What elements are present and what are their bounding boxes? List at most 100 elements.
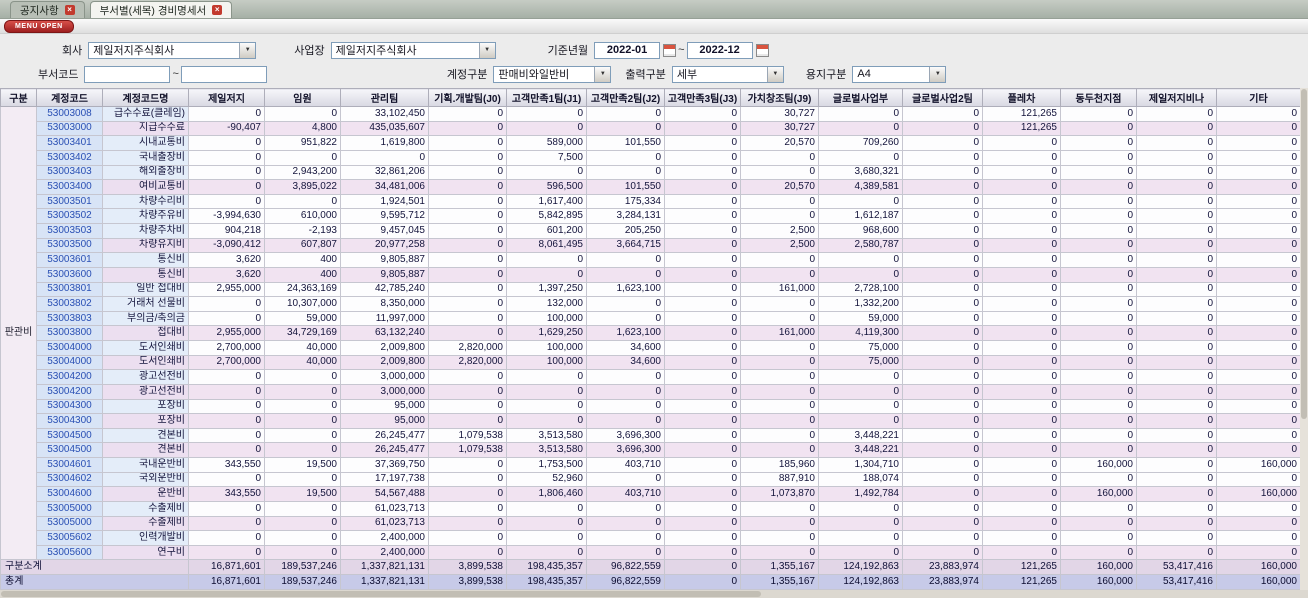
account-code-cell[interactable]: 53004500	[36, 427, 103, 444]
table-row[interactable]: 53003500 차량유지비 -3,090,412 607,807 20,977,258…	[1, 237, 1301, 254]
chevron-down-icon[interactable]: ▼	[929, 66, 946, 82]
account-type-select[interactable]: 판매비와일반비 ▼	[493, 65, 612, 83]
horizontal-scrollbar[interactable]	[0, 590, 1308, 598]
table-row[interactable]: 53004500 견본비 0 0 26,245,477 1,079,538 3,513,58…	[1, 442, 1301, 458]
output-type-select[interactable]: 세부 ▼	[671, 65, 784, 83]
account-code-cell[interactable]: 53004601	[36, 457, 103, 473]
table-row[interactable]: 53004300 포장비 0 0 95,000 0 0 0 0 0 0 0 0 0 0 0	[1, 398, 1301, 415]
account-code-cell[interactable]: 53003502	[36, 208, 103, 224]
dept-from-input[interactable]	[84, 65, 171, 83]
table-row[interactable]: 53005600 연구비 0 0 2,400,000 0 0 0 0 0 0 0 0 0 0 0	[1, 544, 1301, 561]
account-code-cell[interactable]: 53003800	[36, 325, 103, 341]
account-code-cell[interactable]: 53003503	[36, 223, 103, 239]
column-header[interactable]: 가치창조팀(J9)	[740, 88, 819, 107]
table-row[interactable]: 53005602 인력개발비 0 0 2,400,000 0 0 0 0 0 0 0 0 0 0 0	[1, 530, 1301, 546]
table-row[interactable]: 53003503 차량주차비 904,218 -2,193 9,457,045 0 601,…	[1, 223, 1301, 239]
account-code-cell[interactable]: 53003401	[36, 135, 103, 151]
vertical-scrollbar[interactable]	[1300, 88, 1308, 590]
account-code-cell[interactable]: 53004300	[36, 398, 103, 415]
account-code-cell[interactable]: 53004200	[36, 369, 103, 385]
table-row[interactable]: 53004200 광고선전비 0 0 3,000,000 0 0 0 0 0 0 0 0 0 0 0	[1, 383, 1301, 400]
period-to-input[interactable]: 2022-12	[686, 41, 753, 59]
menu-open-button[interactable]: MENU OPEN	[4, 20, 74, 33]
account-code-cell[interactable]: 53003500	[36, 237, 103, 254]
table-row[interactable]: 53003403 해외출장비 0 2,943,200 32,861,206 0 0 0 0 0 3,…	[1, 164, 1301, 181]
table-row[interactable]: 53003000 지급수수료 -90,407 4,800 435,035,607 0 0 0 0…	[1, 120, 1301, 137]
scrollbar-thumb[interactable]	[1, 591, 761, 597]
tab-notice[interactable]: 공지사항 ×	[10, 1, 85, 18]
column-header[interactable]: 관리팀	[340, 88, 429, 107]
account-code-cell[interactable]: 53005000	[36, 515, 103, 532]
account-code-cell[interactable]: 53003403	[36, 164, 103, 181]
table-row[interactable]: 53003400 여비교통비 0 3,895,022 34,481,006 0 596,50…	[1, 179, 1301, 195]
table-row[interactable]: 53004200 광고선전비 0 0 3,000,000 0 0 0 0 0 0 0 0 0 0 0	[1, 369, 1301, 385]
table-row[interactable]: 53004000 도서인쇄비 2,700,000 40,000 2,009,800 2,8…	[1, 354, 1301, 371]
chevron-down-icon[interactable]: ▼	[239, 42, 256, 58]
account-code-cell[interactable]: 53003600	[36, 266, 103, 283]
table-row[interactable]: 53004300 포장비 0 0 95,000 0 0 0 0 0 0 0 0 0 0 0	[1, 413, 1301, 429]
column-header[interactable]: 제일저지비나	[1136, 88, 1217, 107]
table-row[interactable]: 53004000 도서인쇄비 2,700,000 40,000 2,009,800 2,8…	[1, 340, 1301, 356]
table-row[interactable]: 53003501 차량수리비 0 0 1,924,501 0 1,617,400 175,33…	[1, 193, 1301, 210]
account-code-cell[interactable]: 53005600	[36, 544, 103, 561]
account-code-cell[interactable]: 53005602	[36, 530, 103, 546]
chevron-down-icon[interactable]: ▼	[594, 66, 611, 82]
account-code-cell[interactable]: 53004000	[36, 340, 103, 356]
column-header[interactable]: 계정코드	[36, 88, 103, 107]
table-row[interactable]: 53003600 통신비 3,620 400 9,805,887 0 0 0 0 0 0 0 0 0 0 0	[1, 266, 1301, 283]
account-code-cell[interactable]: 53003400	[36, 179, 103, 195]
column-header[interactable]: 기타	[1216, 88, 1301, 107]
site-select[interactable]: 제일저지주식회사 ▼	[330, 41, 496, 59]
column-header[interactable]: 제일저지	[188, 88, 265, 107]
account-code-cell[interactable]: 53003501	[36, 193, 103, 210]
paper-type-select[interactable]: A4 ▼	[852, 65, 947, 83]
table-row[interactable]: 53003803 부의금/축의금 0 59,000 11,997,000 0 100,000…	[1, 310, 1301, 327]
table-row[interactable]: 53003802 거래처 선물비 0 10,307,000 8,350,000 0 132,…	[1, 296, 1301, 312]
table-row[interactable]: 53003801 일반 접대비 2,955,000 24,363,169 42,785,…	[1, 281, 1301, 298]
column-header[interactable]: 고객만족1팀(J1)	[506, 88, 587, 107]
account-code-cell[interactable]: 53004600	[36, 486, 103, 502]
account-code-cell[interactable]: 53005000	[36, 500, 103, 517]
chevron-down-icon[interactable]: ▼	[766, 66, 783, 82]
table-row[interactable]: 53004600 운반비 343,550 19,500 54,567,488 0 1,806…	[1, 486, 1301, 502]
account-code-cell[interactable]: 53003000	[36, 120, 103, 137]
account-code-cell[interactable]: 53004200	[36, 383, 103, 400]
column-header[interactable]: 고객만족3팀(J3)	[664, 88, 741, 107]
table-row[interactable]: 53003502 차량주유비 -3,994,630 610,000 9,595,712 0…	[1, 208, 1301, 224]
chevron-down-icon[interactable]: ▼	[478, 42, 495, 58]
account-code-cell[interactable]: 53004300	[36, 413, 103, 429]
account-code-cell[interactable]: 53003008	[36, 106, 103, 122]
table-row[interactable]: 53005000 수출제비 0 0 61,023,713 0 0 0 0 0 0 0 0 0 0 0	[1, 500, 1301, 517]
calendar-icon[interactable]	[755, 43, 769, 57]
column-header[interactable]: 임원	[264, 88, 341, 107]
dept-to-input[interactable]	[180, 65, 267, 83]
table-row[interactable]: 53005000 수출제비 0 0 61,023,713 0 0 0 0 0 0 0 0 0 0 0	[1, 515, 1301, 532]
tab-expense-report[interactable]: 부서별(세목) 경비명세서 ×	[89, 1, 233, 18]
close-icon[interactable]: ×	[64, 5, 75, 15]
table-row[interactable]: 53004602 국외운반비 0 0 17,197,738 0 52,960 0 0 887,91…	[1, 471, 1301, 488]
column-header[interactable]: 글로벌사업2팀	[902, 88, 983, 107]
account-code-cell[interactable]: 53003802	[36, 296, 103, 312]
column-header[interactable]: 동두천지점	[1060, 88, 1137, 107]
table-row[interactable]: 53003800 접대비 2,955,000 34,729,169 63,132,240…	[1, 325, 1301, 341]
column-header[interactable]: 계정코드명	[102, 88, 189, 107]
account-code-cell[interactable]: 53004000	[36, 354, 103, 371]
scrollbar-thumb[interactable]	[1301, 89, 1307, 419]
column-header[interactable]: 기획.개발팀(J0)	[428, 88, 507, 107]
company-select[interactable]: 제일저지주식회사 ▼	[88, 41, 257, 59]
account-code-cell[interactable]: 53004602	[36, 471, 103, 488]
calendar-icon[interactable]	[663, 43, 677, 57]
account-code-cell[interactable]: 53003801	[36, 281, 103, 298]
table-row[interactable]: 53003401 시내교통비 0 951,822 1,619,800 0 589,000 10…	[1, 135, 1301, 151]
table-row[interactable]: 판관비 53003008 급수수료(클레임) 0 0 33,102,450 0 0 0 0 30,7…	[0, 105, 1301, 561]
account-code-cell[interactable]: 53003803	[36, 310, 103, 327]
table-row[interactable]: 53003402 국내출장비 0 0 0 0 7,500 0 0 0 0 0 0 0 0 0	[1, 149, 1301, 166]
table-row[interactable]: 53003601 통신비 3,620 400 9,805,887 0 0 0 0 0 0 0 0 0 0 0	[1, 252, 1301, 268]
account-code-cell[interactable]: 53003402	[36, 149, 103, 166]
column-header[interactable]: 글로벌사업부	[818, 88, 903, 107]
column-header[interactable]: 플레차	[982, 88, 1061, 107]
column-header[interactable]: 구분	[0, 88, 37, 107]
account-code-cell[interactable]: 53003601	[36, 252, 103, 268]
close-icon[interactable]: ×	[212, 5, 223, 15]
account-code-cell[interactable]: 53004500	[36, 442, 103, 458]
